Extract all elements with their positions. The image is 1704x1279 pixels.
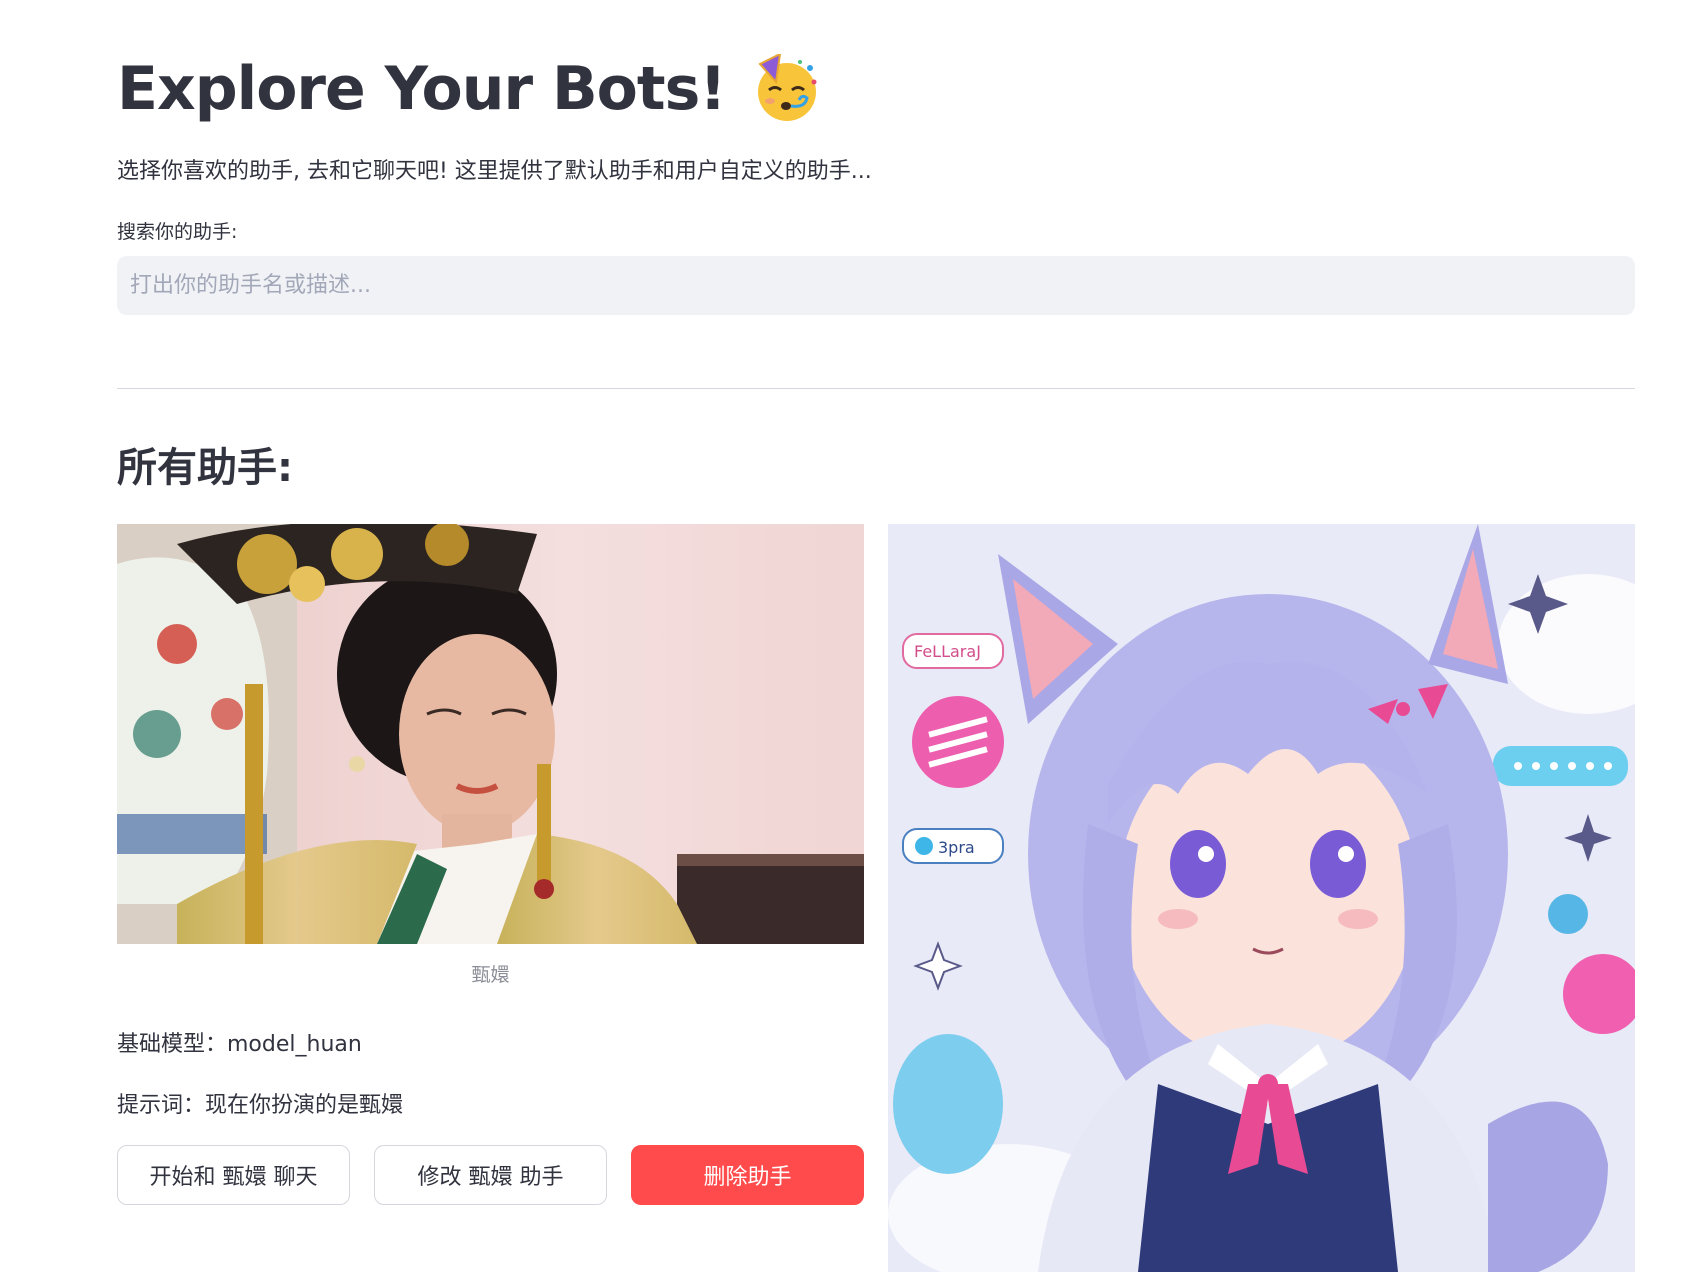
page: Explore Your Bots! 选择你喜欢的助手, 去和它聊天吧! 这里提… — [0, 0, 1704, 1279]
bot-caption: 甄嬛 — [471, 964, 510, 986]
partying-face-icon — [752, 52, 822, 124]
bot-card: 甄嬛 — [117, 524, 864, 986]
delete-bot-button[interactable]: 删除助手 — [631, 1145, 864, 1205]
bot-avatar-image-2: FeLLaraJ 3pra — [888, 524, 1635, 1272]
bot-avatar-image — [117, 524, 864, 944]
page-subtitle: 选择你喜欢的助手, 去和它聊天吧! 这里提供了默认助手和用户自定义的助手... — [117, 159, 872, 184]
divider — [117, 388, 1635, 389]
bot-card-2: FeLLaraJ 3pra — [888, 524, 1635, 1272]
title-row: Explore Your Bots! — [117, 44, 822, 134]
section-title: 所有助手: — [117, 445, 293, 491]
bot-prompt-text: 提示词：现在你扮演的是甄嬛 — [117, 1093, 404, 1118]
search-label: 搜索你的助手: — [117, 221, 238, 243]
start-chat-button[interactable]: 开始和 甄嬛 聊天 — [117, 1145, 350, 1205]
bubble-b-text: 3pra — [938, 838, 975, 857]
page-title: Explore Your Bots! — [117, 54, 727, 124]
search-input[interactable] — [117, 256, 1635, 315]
edit-bot-button[interactable]: 修改 甄嬛 助手 — [374, 1145, 607, 1205]
bubble-a-text: FeLLaraJ — [914, 642, 981, 661]
bot-model-text: 基础模型：model_huan — [117, 1032, 362, 1057]
